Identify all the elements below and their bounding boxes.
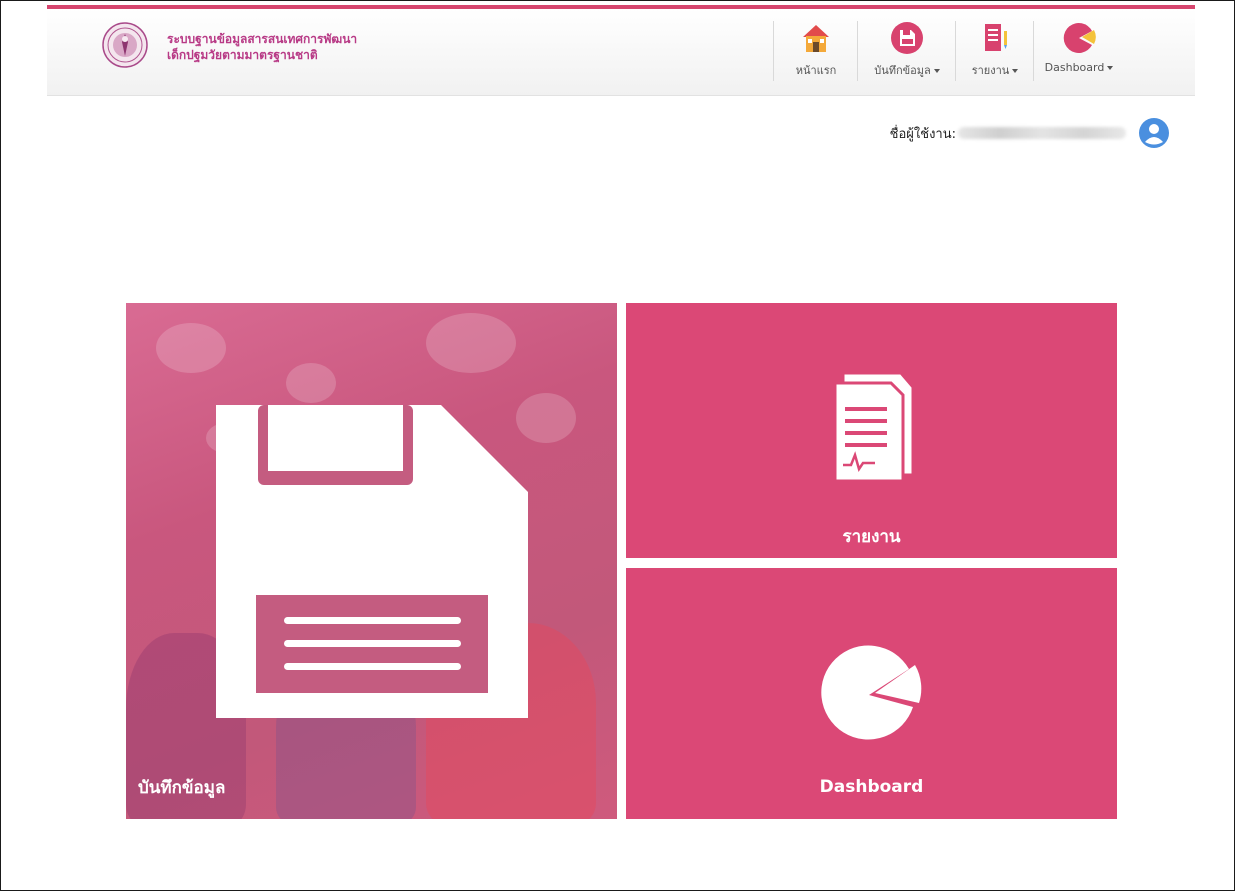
nav-dashboard-label: Dashboard — [1044, 61, 1105, 74]
nav-report[interactable]: รายงาน — [955, 21, 1034, 81]
nav-report-label: รายงาน — [971, 64, 1010, 77]
background-bokeh — [156, 323, 226, 373]
nav-record-text: บันทึกข้อมูล — [874, 61, 940, 79]
pie-chart-icon — [1063, 23, 1096, 54]
user-info: ชื่อผู้ใช้งาน: xxxxxxxxxxxxxxxxxxxxxxxxx… — [890, 117, 1170, 149]
navbar: ระบบฐานข้อมูลสารสนเทศการพัฒนา เด็กปฐมวัย… — [47, 9, 1195, 96]
home-icon — [803, 25, 829, 52]
chevron-down-icon — [933, 69, 940, 73]
brand-line-2: เด็กปฐมวัยตามมาตรฐานชาติ — [167, 48, 318, 62]
tile-dashboard[interactable]: Dashboard — [626, 568, 1117, 819]
royal-seal-icon[interactable] — [102, 22, 148, 68]
tile-report-label: รายงาน — [842, 527, 901, 547]
report-document-icon — [985, 24, 1007, 51]
nav-home-label: หน้าแรก — [795, 64, 837, 77]
nav-record-label: บันทึกข้อมูล — [874, 64, 931, 77]
chevron-down-icon — [1012, 69, 1019, 73]
brand-title[interactable]: ระบบฐานข้อมูลสารสนเทศการพัฒนา เด็กปฐมวัย… — [167, 31, 357, 63]
tile-dashboard-label: Dashboard — [819, 777, 924, 797]
background-bokeh — [426, 313, 516, 373]
tile-record-label: บันทึกข้อมูล — [138, 778, 226, 798]
user-label: ชื่อผู้ใช้งาน: — [889, 126, 956, 142]
background-bokeh — [286, 363, 336, 403]
nav-dashboard-text: Dashboard — [1045, 61, 1114, 74]
floppy-disk-icon — [891, 22, 923, 54]
tile-report[interactable]: รายงาน — [626, 303, 1117, 558]
nav-record[interactable]: บันทึกข้อมูล — [857, 21, 956, 81]
user-circle-icon[interactable] — [1138, 117, 1170, 149]
floppy-disk-icon — [216, 405, 528, 718]
pie-chart-icon — [821, 645, 922, 740]
tile-record[interactable]: บันทึกข้อมูล — [126, 303, 617, 819]
brand-line-1: ระบบฐานข้อมูลสารสนเทศการพัฒนา — [167, 32, 358, 46]
nav-home[interactable]: หน้าแรก — [773, 21, 858, 81]
report-document-icon — [833, 373, 913, 483]
chevron-down-icon — [1107, 66, 1114, 70]
nav-report-text: รายงาน — [972, 61, 1019, 79]
nav-dashboard[interactable]: Dashboard — [1033, 21, 1124, 81]
user-name: xxxxxxxxxxxxxxxxxxxxxxxxxxxx — [958, 127, 1126, 139]
